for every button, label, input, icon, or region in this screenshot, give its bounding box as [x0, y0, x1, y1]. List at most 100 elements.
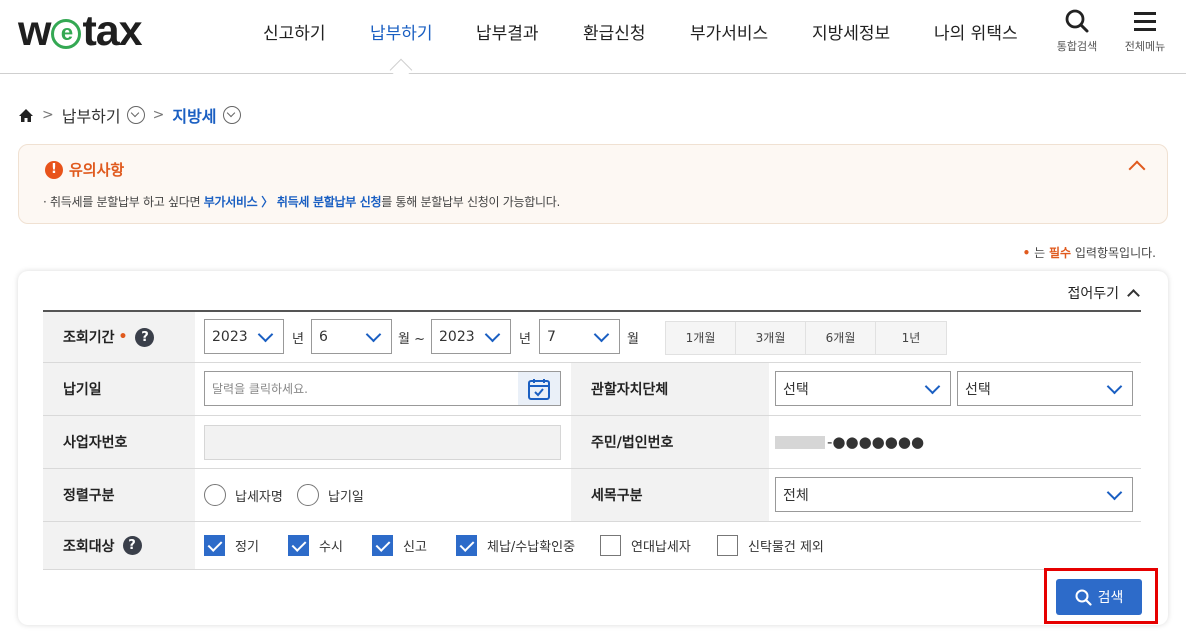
notice-text: · 취득세를 분할납부 하고 싶다면 부가서비스 〉 취득세 분할납부 신청를 … — [43, 193, 560, 210]
start-year-unit: 년 — [292, 332, 304, 347]
chevron-down-icon — [365, 326, 382, 342]
target-trust-exclude-label: 신탁물건 제외 — [748, 540, 824, 555]
sort-by-taxpayer-label: 납세자명 — [235, 489, 283, 505]
search-panel: 접어두기 조회기간 •? 2023 년 6 월 ~ 2023 년 7 월 1개월… — [18, 271, 1168, 625]
chevron-down-icon — [484, 326, 501, 342]
chevron-down-circle-icon[interactable] — [126, 106, 145, 124]
jurisdiction-select-1[interactable]: 선택 — [775, 371, 951, 406]
period-1year-button[interactable]: 1년 — [876, 322, 946, 354]
target-occasional-label: 수시 — [319, 540, 343, 555]
notice-text-prefix: · 취득세를 분할납부 하고 싶다면 — [43, 195, 204, 209]
search-button[interactable]: 검색 — [1056, 579, 1142, 615]
breadcrumb-local-tax[interactable]: 지방세 — [172, 103, 216, 127]
search-button-highlight: 검색 — [1044, 568, 1158, 624]
checkbox-empty-icon — [717, 535, 738, 556]
nav-local-tax-info[interactable]: 지방세정보 — [812, 19, 890, 44]
target-regular-checkbox[interactable]: 정기 — [204, 535, 259, 556]
nav-refund[interactable]: 환급신청 — [583, 19, 646, 44]
required-note-suffix: 입력항목입니다. — [1071, 246, 1156, 260]
target-occasional-checkbox[interactable]: 수시 — [288, 535, 343, 556]
checkbox-checked-icon — [204, 535, 225, 556]
nav-file-return[interactable]: 신고하기 — [263, 19, 326, 44]
chevron-down-circle-icon[interactable] — [222, 106, 241, 124]
pay-date-row: 납기일 달력을 클릭하세요. 관할자치단체 선택 선택 — [43, 363, 1141, 416]
notice-text-suffix: 를 통해 분할납부 신청이 가능합니다. — [381, 195, 560, 209]
help-icon[interactable]: ? — [122, 536, 142, 555]
nav-my-wetax[interactable]: 나의 위택스 — [934, 19, 1018, 44]
wetax-logo[interactable]: w e tax — [18, 7, 143, 55]
end-year-select[interactable]: 2023 — [431, 319, 511, 354]
home-icon[interactable] — [18, 108, 34, 123]
breadcrumb-payment[interactable]: 납부하기 — [62, 103, 121, 127]
sort-by-due-date-label: 납기일 — [328, 489, 364, 505]
period-6month-button[interactable]: 6개월 — [806, 322, 876, 354]
checkbox-checked-icon — [288, 535, 309, 556]
checkbox-empty-icon — [600, 535, 621, 556]
start-month-select[interactable]: 6 — [311, 319, 392, 354]
sort-by-due-date-radio[interactable]: 납기일 — [297, 484, 364, 506]
period-label-text: 조회기간 — [63, 330, 115, 346]
nav-additional-services[interactable]: 부가서비스 — [690, 19, 768, 44]
search-form-table: 조회기간 •? 2023 년 6 월 ~ 2023 년 7 월 1개월 3개월 6… — [43, 310, 1141, 570]
nav-payment[interactable]: 납부하기 — [370, 19, 433, 44]
target-joint-taxpayer-checkbox[interactable]: 연대납세자 — [600, 535, 691, 556]
target-label: 조회대상? — [43, 522, 195, 569]
radio-circle — [297, 484, 319, 506]
target-joint-taxpayer-label: 연대납세자 — [631, 540, 691, 555]
site-header: w e tax 신고하기 납부하기 납부결과 환급신청 부가서비스 지방세정보 나의… — [0, 0, 1186, 74]
target-report-label: 신고 — [403, 540, 427, 555]
start-year-select[interactable]: 2023 — [204, 319, 284, 354]
checkbox-checked-icon — [456, 535, 477, 556]
radio-circle — [204, 484, 226, 506]
end-year-value: 2023 — [439, 328, 475, 345]
fold-button[interactable]: 접어두기 — [1067, 283, 1140, 303]
end-month-select[interactable]: 7 — [539, 319, 620, 354]
period-3month-button[interactable]: 3개월 — [736, 322, 806, 354]
target-report-checkbox[interactable]: 신고 — [372, 535, 427, 556]
fold-label: 접어두기 — [1067, 286, 1119, 302]
required-note-prefix: 는 — [1030, 246, 1049, 260]
biz-no-input — [204, 425, 561, 460]
sort-row: 정렬구분 납세자명 납기일 세목구분 전체 — [43, 469, 1141, 522]
full-menu-button[interactable]: 전체메뉴 — [1122, 8, 1168, 54]
target-regular-label: 정기 — [235, 540, 259, 555]
full-menu-label: 전체메뉴 — [1124, 40, 1166, 53]
biz-no-label: 사업자번호 — [43, 416, 195, 468]
resident-no-label: 주민/법인번호 — [571, 416, 769, 468]
end-month-value: 7 — [547, 328, 556, 345]
exclamation-icon: ! — [45, 160, 63, 179]
nav-payment-result[interactable]: 납부결과 — [476, 19, 539, 44]
help-icon[interactable]: ? — [135, 327, 155, 347]
required-field-note: • 는 필수 입력항목입니다. — [1023, 244, 1156, 261]
tax-item-select[interactable]: 전체 — [775, 477, 1133, 512]
hamburger-menu-icon — [1134, 12, 1156, 31]
target-trust-exclude-checkbox[interactable]: 신탁물건 제외 — [717, 535, 824, 556]
search-icon — [1075, 589, 1092, 606]
jurisdiction-select-2[interactable]: 선택 — [957, 371, 1133, 406]
collapse-notice-chevron-icon[interactable] — [1128, 160, 1146, 178]
search-icon — [1065, 9, 1089, 33]
checkbox-checked-icon — [372, 535, 393, 556]
resident-no-value: -●●●●●●● — [775, 433, 924, 451]
installment-payment-link[interactable]: 부가서비스 〉 취득세 분할납부 신청 — [204, 195, 382, 209]
start-year-value: 2023 — [212, 328, 248, 345]
biz-no-row: 사업자번호 주민/법인번호 -●●●●●●● — [43, 416, 1141, 469]
pay-date-input[interactable]: 달력을 클릭하세요. — [204, 371, 561, 406]
target-arrears-checkbox[interactable]: 체납/수납확인중 — [456, 535, 575, 556]
tax-item-label: 세목구분 — [571, 469, 769, 521]
calendar-button[interactable] — [518, 372, 560, 405]
jurisdiction-label: 관할자치단체 — [571, 363, 769, 415]
period-label: 조회기간 •? — [43, 312, 195, 362]
pay-date-label: 납기일 — [43, 363, 195, 415]
period-1month-button[interactable]: 1개월 — [666, 322, 736, 354]
breadcrumb-separator-icon: > — [42, 107, 54, 123]
breadcrumb: > 납부하기 > 지방세 — [18, 103, 241, 127]
sort-by-taxpayer-radio[interactable]: 납세자명 — [204, 484, 283, 506]
integrated-search-button[interactable]: 통합검색 — [1054, 8, 1100, 54]
chevron-down-icon — [1106, 484, 1123, 500]
masked-number-blur — [775, 435, 825, 449]
end-year-unit: 년 — [519, 332, 531, 347]
required-word: 필수 — [1048, 246, 1072, 260]
period-row: 조회기간 •? 2023 년 6 월 ~ 2023 년 7 월 1개월 3개월 6… — [43, 312, 1141, 363]
calendar-icon — [528, 378, 550, 400]
